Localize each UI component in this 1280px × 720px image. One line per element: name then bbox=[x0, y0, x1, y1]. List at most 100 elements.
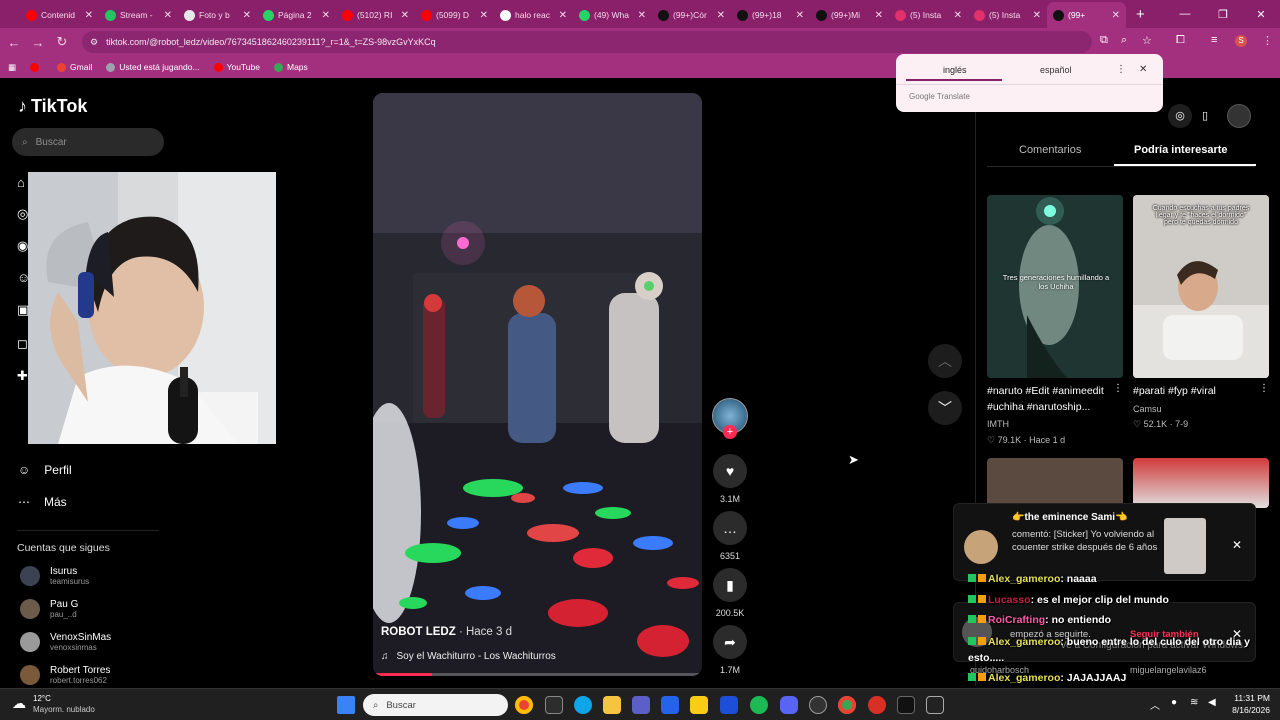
obs-icon[interactable] bbox=[809, 696, 827, 714]
video-progress-bar[interactable] bbox=[373, 673, 702, 676]
close-tab-icon[interactable]: ✕ bbox=[1033, 10, 1041, 21]
browser-tab[interactable]: (5) Insta ✕ bbox=[968, 2, 1047, 28]
suggestion-thumbnail[interactable] bbox=[987, 458, 1123, 508]
sidebar-item-profile[interactable]: ☺ Perfil bbox=[18, 463, 72, 477]
spotify-icon[interactable] bbox=[750, 696, 768, 714]
close-icon[interactable]: ✕ bbox=[1139, 64, 1147, 75]
browser-tab[interactable]: Foto y b ✕ bbox=[178, 2, 257, 28]
browser-tab[interactable]: (5) Insta ✕ bbox=[889, 2, 968, 28]
reload-button[interactable]: ↻ bbox=[50, 34, 74, 50]
tray-chevron-icon[interactable]: ︿ bbox=[1150, 697, 1160, 712]
restore-button[interactable]: ❐ bbox=[1204, 8, 1242, 21]
nav-explore-icon[interactable]: ◎ bbox=[17, 206, 28, 222]
close-tab-icon[interactable]: ✕ bbox=[243, 10, 251, 21]
suggestion-author[interactable]: Camsu bbox=[1133, 404, 1162, 414]
comment-notification[interactable]: 👉the eminence Sami👈 comentó: [Sticker] Y… bbox=[953, 503, 1256, 581]
browser-tab[interactable]: (99+)Mi ✕ bbox=[810, 2, 889, 28]
video-player[interactable]: ROBOT LEDZ · Hace 3 d ♫ Soy el Wachiturr… bbox=[373, 93, 702, 676]
clock-time[interactable]: 11:31 PM bbox=[1226, 693, 1270, 703]
user-avatar[interactable] bbox=[1227, 104, 1251, 128]
sticky-notes-icon[interactable] bbox=[690, 696, 708, 714]
browser-tab[interactable]: Stream - ✕ bbox=[99, 2, 178, 28]
task-view-icon[interactable] bbox=[545, 696, 563, 714]
chrome-taskbar-icon[interactable] bbox=[515, 696, 533, 714]
suggestion-caption[interactable]: #parati #fyp #viral bbox=[1133, 383, 1263, 399]
like-button[interactable]: ♥ 3.1M bbox=[711, 454, 749, 504]
browser-tab[interactable]: (99+)18 ✕ bbox=[731, 2, 810, 28]
close-tab-icon[interactable]: ✕ bbox=[875, 10, 883, 21]
translate-options-icon[interactable]: ⋮ bbox=[1116, 64, 1126, 75]
chrome-menu-icon[interactable]: ⋮ bbox=[1262, 34, 1273, 47]
forward-button[interactable]: → bbox=[26, 35, 50, 50]
browser-tab[interactable]: (99+)Cór ✕ bbox=[652, 2, 731, 28]
tab-comments[interactable]: Comentarios bbox=[1019, 144, 1081, 156]
chrome-profile-icon[interactable] bbox=[838, 696, 856, 714]
more-options-icon[interactable]: ⋮ bbox=[1113, 383, 1123, 394]
app-icon[interactable] bbox=[926, 696, 944, 714]
close-tab-icon[interactable]: ✕ bbox=[480, 10, 488, 21]
app-icon[interactable] bbox=[868, 696, 886, 714]
browser-tab[interactable]: Contenid ✕ bbox=[20, 2, 99, 28]
suggestion-author[interactable]: IMTH bbox=[987, 419, 1009, 429]
close-tab-icon[interactable]: ✕ bbox=[717, 10, 725, 21]
comment-button[interactable]: … 6351 bbox=[711, 511, 749, 561]
taskbar-search[interactable]: ⌕ Buscar bbox=[363, 694, 508, 716]
sidebar-item-more[interactable]: ⋯ Más bbox=[18, 495, 67, 509]
media-icon[interactable]: ≡ bbox=[1211, 34, 1217, 46]
nav-messages-icon[interactable]: ◻ bbox=[17, 336, 28, 352]
nav-upload-icon[interactable]: ✚ bbox=[17, 368, 28, 384]
close-tab-icon[interactable]: ✕ bbox=[796, 10, 804, 21]
volume-icon[interactable]: ◀ bbox=[1208, 697, 1216, 708]
browser-tab[interactable]: (49) Wha ✕ bbox=[573, 2, 652, 28]
translate-icon[interactable]: ⧉ bbox=[1100, 34, 1108, 47]
following-account[interactable]: VenoxSinMas venoxsinmas bbox=[20, 632, 111, 652]
edge-icon[interactable] bbox=[574, 696, 592, 714]
browser-tab[interactable]: (5099) D ✕ bbox=[415, 2, 494, 28]
close-tab-icon[interactable]: ✕ bbox=[164, 10, 172, 21]
weather-icon[interactable]: ☁ bbox=[12, 695, 26, 712]
close-tab-icon[interactable]: ✕ bbox=[638, 10, 646, 21]
close-tab-icon[interactable]: ✕ bbox=[85, 10, 93, 21]
bookmark-item[interactable] bbox=[30, 62, 43, 72]
teams-icon[interactable] bbox=[632, 696, 650, 714]
bookmark-item[interactable]: Maps bbox=[273, 62, 308, 72]
following-account[interactable]: Isurus teamisurus bbox=[20, 566, 89, 586]
minimize-button[interactable]: — bbox=[1166, 8, 1204, 20]
browser-tab[interactable]: halo reac ✕ bbox=[494, 2, 573, 28]
following-account[interactable]: Pau Gpau_..d bbox=[20, 599, 78, 619]
clock-date[interactable]: 8/16/2026 bbox=[1226, 705, 1270, 715]
extensions-icon[interactable]: ⧠ bbox=[1176, 34, 1185, 47]
close-window-button[interactable]: ✕ bbox=[1242, 8, 1280, 21]
follow-plus-button[interactable]: + bbox=[723, 425, 737, 439]
close-icon[interactable]: ✕ bbox=[1232, 538, 1242, 552]
epic-games-icon[interactable] bbox=[897, 696, 915, 714]
security-icon[interactable] bbox=[720, 696, 738, 714]
tab-suggested[interactable]: Podría interesarte bbox=[1134, 144, 1228, 156]
close-tab-icon[interactable]: ✕ bbox=[954, 10, 962, 21]
apps-grid-icon[interactable]: ▦ bbox=[8, 62, 16, 73]
back-button[interactable]: ← bbox=[2, 35, 26, 50]
close-tab-icon[interactable]: ✕ bbox=[322, 10, 330, 21]
share-button[interactable]: ➦ 1.7M bbox=[711, 625, 749, 675]
nav-foryou-icon[interactable]: ⌂ bbox=[17, 175, 25, 190]
zoom-icon[interactable]: ⌕ bbox=[1121, 34, 1127, 47]
save-button[interactable]: ▮ 200.5K bbox=[711, 568, 749, 618]
bookmark-star-icon[interactable]: ☆ bbox=[1142, 34, 1152, 47]
video-song[interactable]: ♫ Soy el Wachiturro - Los Wachiturros bbox=[381, 651, 556, 662]
close-tab-icon[interactable]: ✕ bbox=[1112, 10, 1120, 21]
close-tab-icon[interactable]: ✕ bbox=[559, 10, 567, 21]
suggestion-thumbnail[interactable]: Tres generaciones humillando a los Uchih… bbox=[987, 195, 1123, 378]
suggestion-thumbnail[interactable] bbox=[1133, 458, 1269, 508]
file-explorer-icon[interactable] bbox=[603, 696, 621, 714]
start-button-icon[interactable] bbox=[337, 696, 355, 714]
bookmark-item[interactable]: Usted está jugando... bbox=[106, 62, 200, 72]
suggestion-caption[interactable]: #naruto #Edit #animeedit #uchiha #naruto… bbox=[987, 383, 1117, 415]
bookmark-item[interactable]: Gmail bbox=[57, 62, 92, 72]
following-account[interactable]: Robert Torres robert.torres062 bbox=[20, 665, 110, 685]
translate-target-tab[interactable]: español bbox=[1040, 65, 1072, 75]
device-icon[interactable]: ▯ bbox=[1193, 104, 1217, 128]
video-author[interactable]: ROBOT LEDZ · Hace 3 d bbox=[381, 626, 512, 638]
profile-avatar-icon[interactable]: S bbox=[1235, 35, 1247, 47]
nav-following-icon[interactable]: ◉ bbox=[17, 238, 28, 254]
bookmark-item[interactable]: YouTube bbox=[213, 62, 260, 72]
